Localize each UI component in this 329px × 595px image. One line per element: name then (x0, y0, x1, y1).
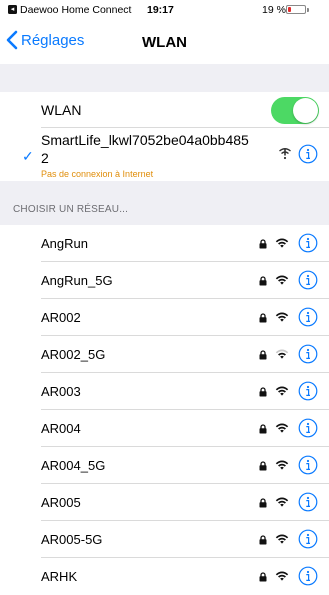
info-icon[interactable] (298, 307, 318, 327)
battery-percentage: 19 % (262, 4, 286, 16)
info-icon[interactable] (298, 233, 318, 253)
wlan-toggle-label: WLAN (41, 102, 82, 118)
network-row[interactable]: AngRun_5G (0, 262, 329, 299)
wifi-signal-icon (275, 497, 289, 507)
info-icon[interactable] (298, 381, 318, 401)
no-internet-icon (279, 148, 291, 160)
status-bar: ◂ Daewoo Home Connect 19:17 19 % (0, 0, 329, 20)
checkmark-icon: ✓ (22, 148, 34, 164)
network-name: AngRun (41, 236, 88, 251)
network-name: AngRun_5G (41, 273, 113, 288)
info-icon[interactable] (298, 529, 318, 549)
lock-icon (259, 350, 267, 360)
connection-status-text: Pas de connexion à Internet (41, 169, 154, 179)
network-name: ARHK (41, 569, 78, 584)
network-row[interactable]: AngRun (0, 225, 329, 262)
lock-icon (259, 498, 267, 508)
network-name: AR005-5G (41, 532, 103, 547)
network-row[interactable]: AR005 (0, 484, 329, 521)
info-icon[interactable] (298, 455, 318, 475)
info-icon[interactable] (298, 492, 318, 512)
toggle-knob (293, 98, 318, 123)
wifi-signal-icon (275, 534, 289, 544)
status-bar-app-name[interactable]: Daewoo Home Connect (20, 4, 131, 16)
network-row[interactable]: AR005-5G (0, 521, 329, 558)
wifi-signal-icon (275, 349, 289, 359)
lock-icon (259, 387, 267, 397)
wlan-toggle-row: WLAN (0, 92, 329, 128)
network-name: AR002_5G (41, 347, 106, 362)
wlan-toggle-switch[interactable] (271, 97, 319, 124)
network-name: AR005 (41, 495, 81, 510)
wifi-signal-icon (275, 423, 289, 433)
page-title: WLAN (142, 34, 187, 51)
info-icon[interactable] (298, 344, 318, 364)
lock-icon (259, 276, 267, 286)
network-name: AR002 (41, 310, 81, 325)
back-to-app-icon[interactable]: ◂ (8, 5, 17, 14)
wifi-signal-icon (275, 238, 289, 248)
connected-network-name: SmartLife_lkwl7052be04a0bb4852 (41, 132, 249, 166)
battery-icon (286, 5, 306, 14)
network-row[interactable]: AR002 (0, 299, 329, 336)
navigation-bar: Réglages WLAN (0, 20, 329, 64)
lock-icon (259, 239, 267, 249)
status-bar-time: 19:17 (147, 4, 174, 16)
network-row[interactable]: AR002_5G (0, 336, 329, 373)
network-name: AR004_5G (41, 458, 106, 473)
network-row[interactable]: AR003 (0, 373, 329, 410)
info-icon[interactable] (298, 270, 318, 290)
lock-icon (259, 424, 267, 434)
network-row[interactable]: ARHK (0, 558, 329, 595)
battery-level-fill (288, 7, 291, 12)
connected-network-row[interactable]: ✓ SmartLife_lkwl7052be04a0bb4852 Pas de … (0, 128, 329, 181)
wifi-signal-icon (275, 275, 289, 285)
lock-icon (259, 313, 267, 323)
info-icon[interactable] (298, 418, 318, 438)
info-icon[interactable] (298, 144, 318, 164)
top-spacer (0, 64, 329, 92)
battery-tip (307, 8, 309, 12)
info-icon[interactable] (298, 566, 318, 586)
lock-icon (259, 535, 267, 545)
lock-icon (259, 461, 267, 471)
section-header: CHOISIR UN RÉSEAU... (0, 181, 329, 225)
network-name: AR004 (41, 421, 81, 436)
network-name: AR003 (41, 384, 81, 399)
network-row[interactable]: AR004_5G (0, 447, 329, 484)
wifi-signal-icon (275, 386, 289, 396)
wifi-signal-icon (275, 312, 289, 322)
lock-icon (259, 572, 267, 582)
section-header-label: CHOISIR UN RÉSEAU... (13, 204, 129, 215)
wifi-signal-icon (275, 571, 289, 581)
wifi-signal-icon (275, 460, 289, 470)
network-row[interactable]: AR004 (0, 410, 329, 447)
